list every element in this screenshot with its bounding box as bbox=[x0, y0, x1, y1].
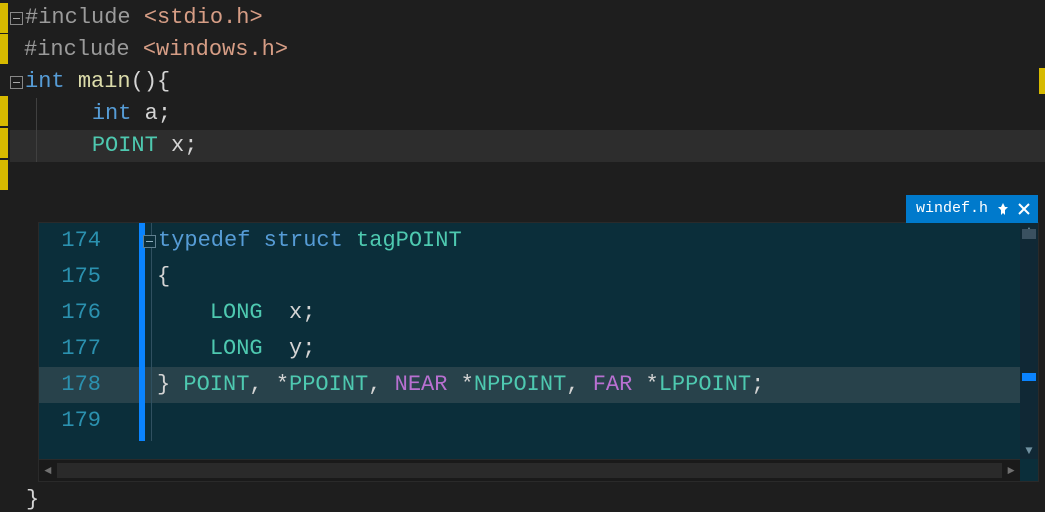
code-token: typedef struct bbox=[158, 223, 356, 259]
change-marker bbox=[0, 3, 8, 33]
code-line[interactable]: int a; bbox=[10, 98, 1045, 130]
peek-code-line[interactable]: 179 bbox=[39, 403, 1038, 439]
code-token: } bbox=[157, 367, 183, 403]
peek-tab[interactable]: windef.h bbox=[906, 195, 1038, 223]
scrollbar-track[interactable] bbox=[57, 463, 1002, 478]
code-token: , * bbox=[249, 367, 289, 403]
peek-horizontal-scrollbar[interactable]: ◄ ► bbox=[39, 459, 1020, 481]
code-token: #include bbox=[25, 2, 144, 34]
pin-icon[interactable] bbox=[996, 202, 1010, 216]
main-code-area[interactable]: #include <stdio.h>#include <windows.h>in… bbox=[10, 2, 1045, 162]
code-editor[interactable]: #include <stdio.h>#include <windows.h>in… bbox=[0, 0, 1045, 512]
indent-guide bbox=[36, 130, 37, 162]
code-token: LONG bbox=[210, 295, 289, 331]
code-token: * bbox=[632, 367, 658, 403]
code-line[interactable]: #include <windows.h> bbox=[10, 34, 1045, 66]
code-token: x bbox=[171, 130, 184, 162]
code-token: <windows.h> bbox=[143, 34, 288, 66]
line-number: 177 bbox=[39, 331, 129, 367]
scroll-left-arrow-icon[interactable]: ◄ bbox=[39, 460, 57, 481]
close-icon[interactable] bbox=[1018, 203, 1030, 215]
code-line[interactable]: #include <stdio.h> bbox=[10, 2, 1045, 34]
indent-guide bbox=[36, 98, 37, 130]
code-token: PPOINT bbox=[289, 367, 368, 403]
change-marker bbox=[0, 128, 8, 158]
code-token: a bbox=[145, 98, 158, 130]
fold-minus-icon[interactable] bbox=[10, 76, 23, 89]
code-token: int bbox=[25, 66, 78, 98]
peek-definition-panel[interactable]: windef.h 174typedef struct tagPOINT175{1… bbox=[38, 222, 1039, 482]
line-number: 176 bbox=[39, 295, 129, 331]
peek-code-line[interactable]: 175 { bbox=[39, 259, 1038, 295]
code-token: ; bbox=[158, 98, 171, 130]
scroll-right-arrow-icon[interactable]: ► bbox=[1002, 460, 1020, 481]
fold-minus-icon[interactable] bbox=[143, 235, 156, 248]
code-text: } bbox=[26, 487, 39, 512]
peek-code-line[interactable]: 178} POINT, *PPOINT, NEAR *NPPOINT, FAR … bbox=[39, 367, 1038, 403]
scroll-down-arrow-icon[interactable]: ▼ bbox=[1020, 443, 1038, 459]
code-token: POINT bbox=[92, 130, 171, 162]
code-token: NEAR bbox=[395, 367, 448, 403]
peek-vertical-scrollbar[interactable]: ▲ ▼ bbox=[1020, 223, 1038, 459]
scrollbar-thumb[interactable] bbox=[1022, 229, 1036, 239]
code-token: { bbox=[157, 259, 170, 295]
peek-code-line[interactable]: 176 LONG x; bbox=[39, 295, 1038, 331]
code-token: ; bbox=[302, 331, 315, 367]
line-number: 179 bbox=[39, 403, 129, 439]
line-number: 175 bbox=[39, 259, 129, 295]
code-token: ; bbox=[302, 295, 315, 331]
code-token: * bbox=[447, 367, 473, 403]
peek-code-line[interactable]: 174 typedef struct tagPOINT bbox=[39, 223, 1038, 259]
code-token: #include bbox=[24, 34, 143, 66]
code-token: <stdio.h> bbox=[144, 2, 263, 34]
change-marker bbox=[0, 160, 8, 190]
code-token: LONG bbox=[210, 331, 289, 367]
code-token: LPPOINT bbox=[659, 367, 751, 403]
code-token: main bbox=[78, 66, 131, 98]
code-token: POINT bbox=[183, 367, 249, 403]
code-token: int bbox=[92, 98, 145, 130]
code-token: tagPOINT bbox=[356, 223, 462, 259]
code-line[interactable]: POINT x; bbox=[10, 130, 1045, 162]
code-token: ; bbox=[184, 130, 197, 162]
code-token: , bbox=[566, 367, 592, 403]
code-token: FAR bbox=[593, 367, 633, 403]
indent-guide bbox=[151, 223, 152, 441]
peek-code-area[interactable]: 174 typedef struct tagPOINT 175 {176 LONG x… bbox=[39, 223, 1038, 439]
code-token: NPPOINT bbox=[474, 367, 566, 403]
code-token: ; bbox=[751, 367, 764, 403]
peek-code-line[interactable]: 177 LONG y; bbox=[39, 331, 1038, 367]
fold-minus-icon[interactable] bbox=[10, 12, 23, 25]
code-line[interactable]: int main(){ bbox=[10, 66, 1045, 98]
peek-change-bar bbox=[139, 223, 145, 441]
change-marker bbox=[0, 96, 8, 126]
peek-tab-label: windef.h bbox=[916, 195, 988, 223]
change-marker bbox=[0, 34, 8, 64]
scrollbar-marker bbox=[1022, 373, 1036, 381]
code-token: , bbox=[368, 367, 394, 403]
code-token: y bbox=[289, 331, 302, 367]
code-token: x bbox=[289, 295, 302, 331]
line-number: 174 bbox=[39, 223, 129, 259]
code-token: (){ bbox=[131, 66, 171, 98]
line-number: 178 bbox=[39, 367, 129, 403]
